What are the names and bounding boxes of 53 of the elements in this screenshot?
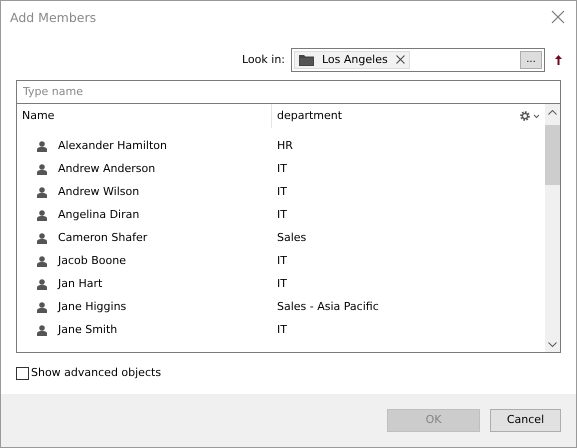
list-row[interactable]: Alexander Hamilton HR (17, 134, 545, 158)
list-row[interactable]: Jane Higgins Sales - Asia Pacific (17, 296, 545, 319)
member-name: Jacob Boone (58, 253, 126, 269)
list-row[interactable]: Jane Smith IT (17, 318, 545, 342)
person-icon (37, 232, 47, 244)
person-icon (37, 324, 47, 336)
scroll-down-icon[interactable] (548, 342, 557, 347)
person-icon (37, 140, 47, 152)
department-cell: IT (277, 323, 287, 336)
list-row[interactable]: Jan Hart IT (17, 272, 545, 296)
department-cell: Sales - Asia Pacific (277, 300, 379, 313)
member-name: Alexander Hamilton (58, 138, 168, 154)
department-cell: Sales (277, 231, 306, 244)
folder-icon (299, 54, 314, 66)
column-header[interactable]: department (272, 104, 519, 128)
person-icon (37, 164, 47, 175)
list-row[interactable]: Jacob Boone IT (17, 250, 545, 273)
column-header[interactable]: Name (17, 104, 272, 128)
member-name: Jane Smith (58, 322, 118, 338)
department-cell: IT (277, 162, 287, 175)
window-title: Add Members (10, 9, 96, 27)
person-icon (37, 256, 47, 267)
person-icon (37, 302, 47, 313)
list-row[interactable]: Andrew Wilson IT (17, 180, 545, 204)
scroll-up-icon[interactable] (548, 110, 557, 115)
person-icon (37, 278, 47, 290)
department-cell: IT (277, 185, 287, 198)
remove-icon[interactable] (396, 55, 405, 64)
member-name: Jan Hart (58, 276, 102, 292)
list-row[interactable]: Angelina Diran IT (17, 204, 545, 227)
list-row[interactable]: Andrew Anderson IT (17, 158, 545, 181)
member-name: Cameron Shafer (58, 230, 148, 246)
advanced-checkbox[interactable]: Show advanced objects (1, 352, 162, 382)
department-cell: IT (277, 254, 287, 267)
member-name: Andrew Anderson (58, 161, 156, 177)
up-arrow-icon[interactable] (555, 54, 562, 65)
department-cell: IT (277, 277, 287, 290)
list-row[interactable]: Cameron Shafer Sales (17, 226, 545, 250)
location-token[interactable]: Los Angeles (294, 50, 410, 69)
member-name: Jane Higgins (58, 299, 126, 315)
settings-icon[interactable] (519, 110, 541, 122)
scrollbar[interactable] (545, 104, 560, 352)
member-name: Angelina Diran (58, 207, 140, 223)
department-cell: HR (277, 139, 293, 152)
person-icon (37, 186, 47, 198)
department-cell: IT (277, 208, 287, 221)
look-in-label: Look in: (242, 52, 285, 68)
browse-button[interactable]: ... (520, 50, 542, 69)
look-in-field[interactable]: Los Angeles ... (291, 48, 545, 72)
person-icon (37, 210, 47, 221)
dialog-button[interactable]: Cancel (490, 409, 561, 432)
member-name: Andrew Wilson (58, 184, 140, 200)
scroll-thumb[interactable] (545, 124, 560, 185)
